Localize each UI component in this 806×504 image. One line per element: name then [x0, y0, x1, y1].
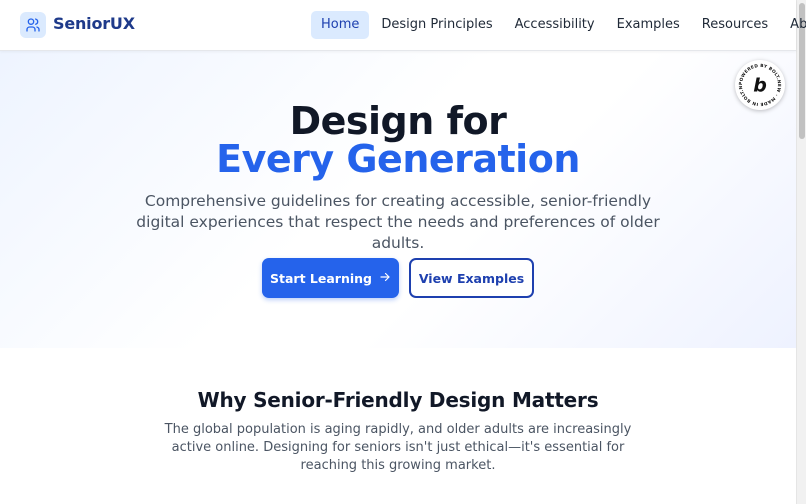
users-icon[interactable] [20, 12, 46, 38]
arrow-right-icon [379, 271, 391, 286]
start-learning-label: Start Learning [270, 270, 372, 286]
nav-item-examples[interactable]: Examples [607, 11, 690, 39]
why-section-text: The global population is aging rapidly, … [164, 422, 632, 473]
start-learning-button[interactable]: Start Learning [262, 258, 399, 298]
hero-section: Design for Every Generation Comprehensiv… [0, 51, 796, 348]
nav-item-accessibility[interactable]: Accessibility [505, 11, 605, 39]
hero-title-line2: Every Generation [216, 137, 580, 181]
page-scrollbar[interactable] [796, 0, 806, 504]
why-section-title: Why Senior-Friendly Design Matters [197, 388, 599, 412]
brand-name[interactable]: SeniorUX [53, 14, 135, 33]
main-nav: Home Design Principles Accessibility Exa… [311, 11, 806, 39]
hero-title-line1: Design for [289, 99, 507, 143]
view-examples-label: View Examples [418, 270, 525, 286]
bolt-badge[interactable]: POWERED BY BOLT.NEW · MADE IN BOLT.NEW ·… [732, 56, 785, 110]
nav-item-about[interactable]: About [780, 11, 806, 39]
nav-item-design-principles[interactable]: Design Principles [371, 11, 502, 39]
badge-letter: b [753, 75, 767, 97]
view-examples-button[interactable]: View Examples [409, 258, 534, 298]
hero-subtitle: Comprehensive guidelines for creating ac… [136, 192, 660, 252]
site-header: SeniorUX Home Design Principles Accessib… [0, 0, 806, 51]
nav-item-home[interactable]: Home [311, 11, 370, 39]
nav-item-resources[interactable]: Resources [692, 11, 778, 39]
